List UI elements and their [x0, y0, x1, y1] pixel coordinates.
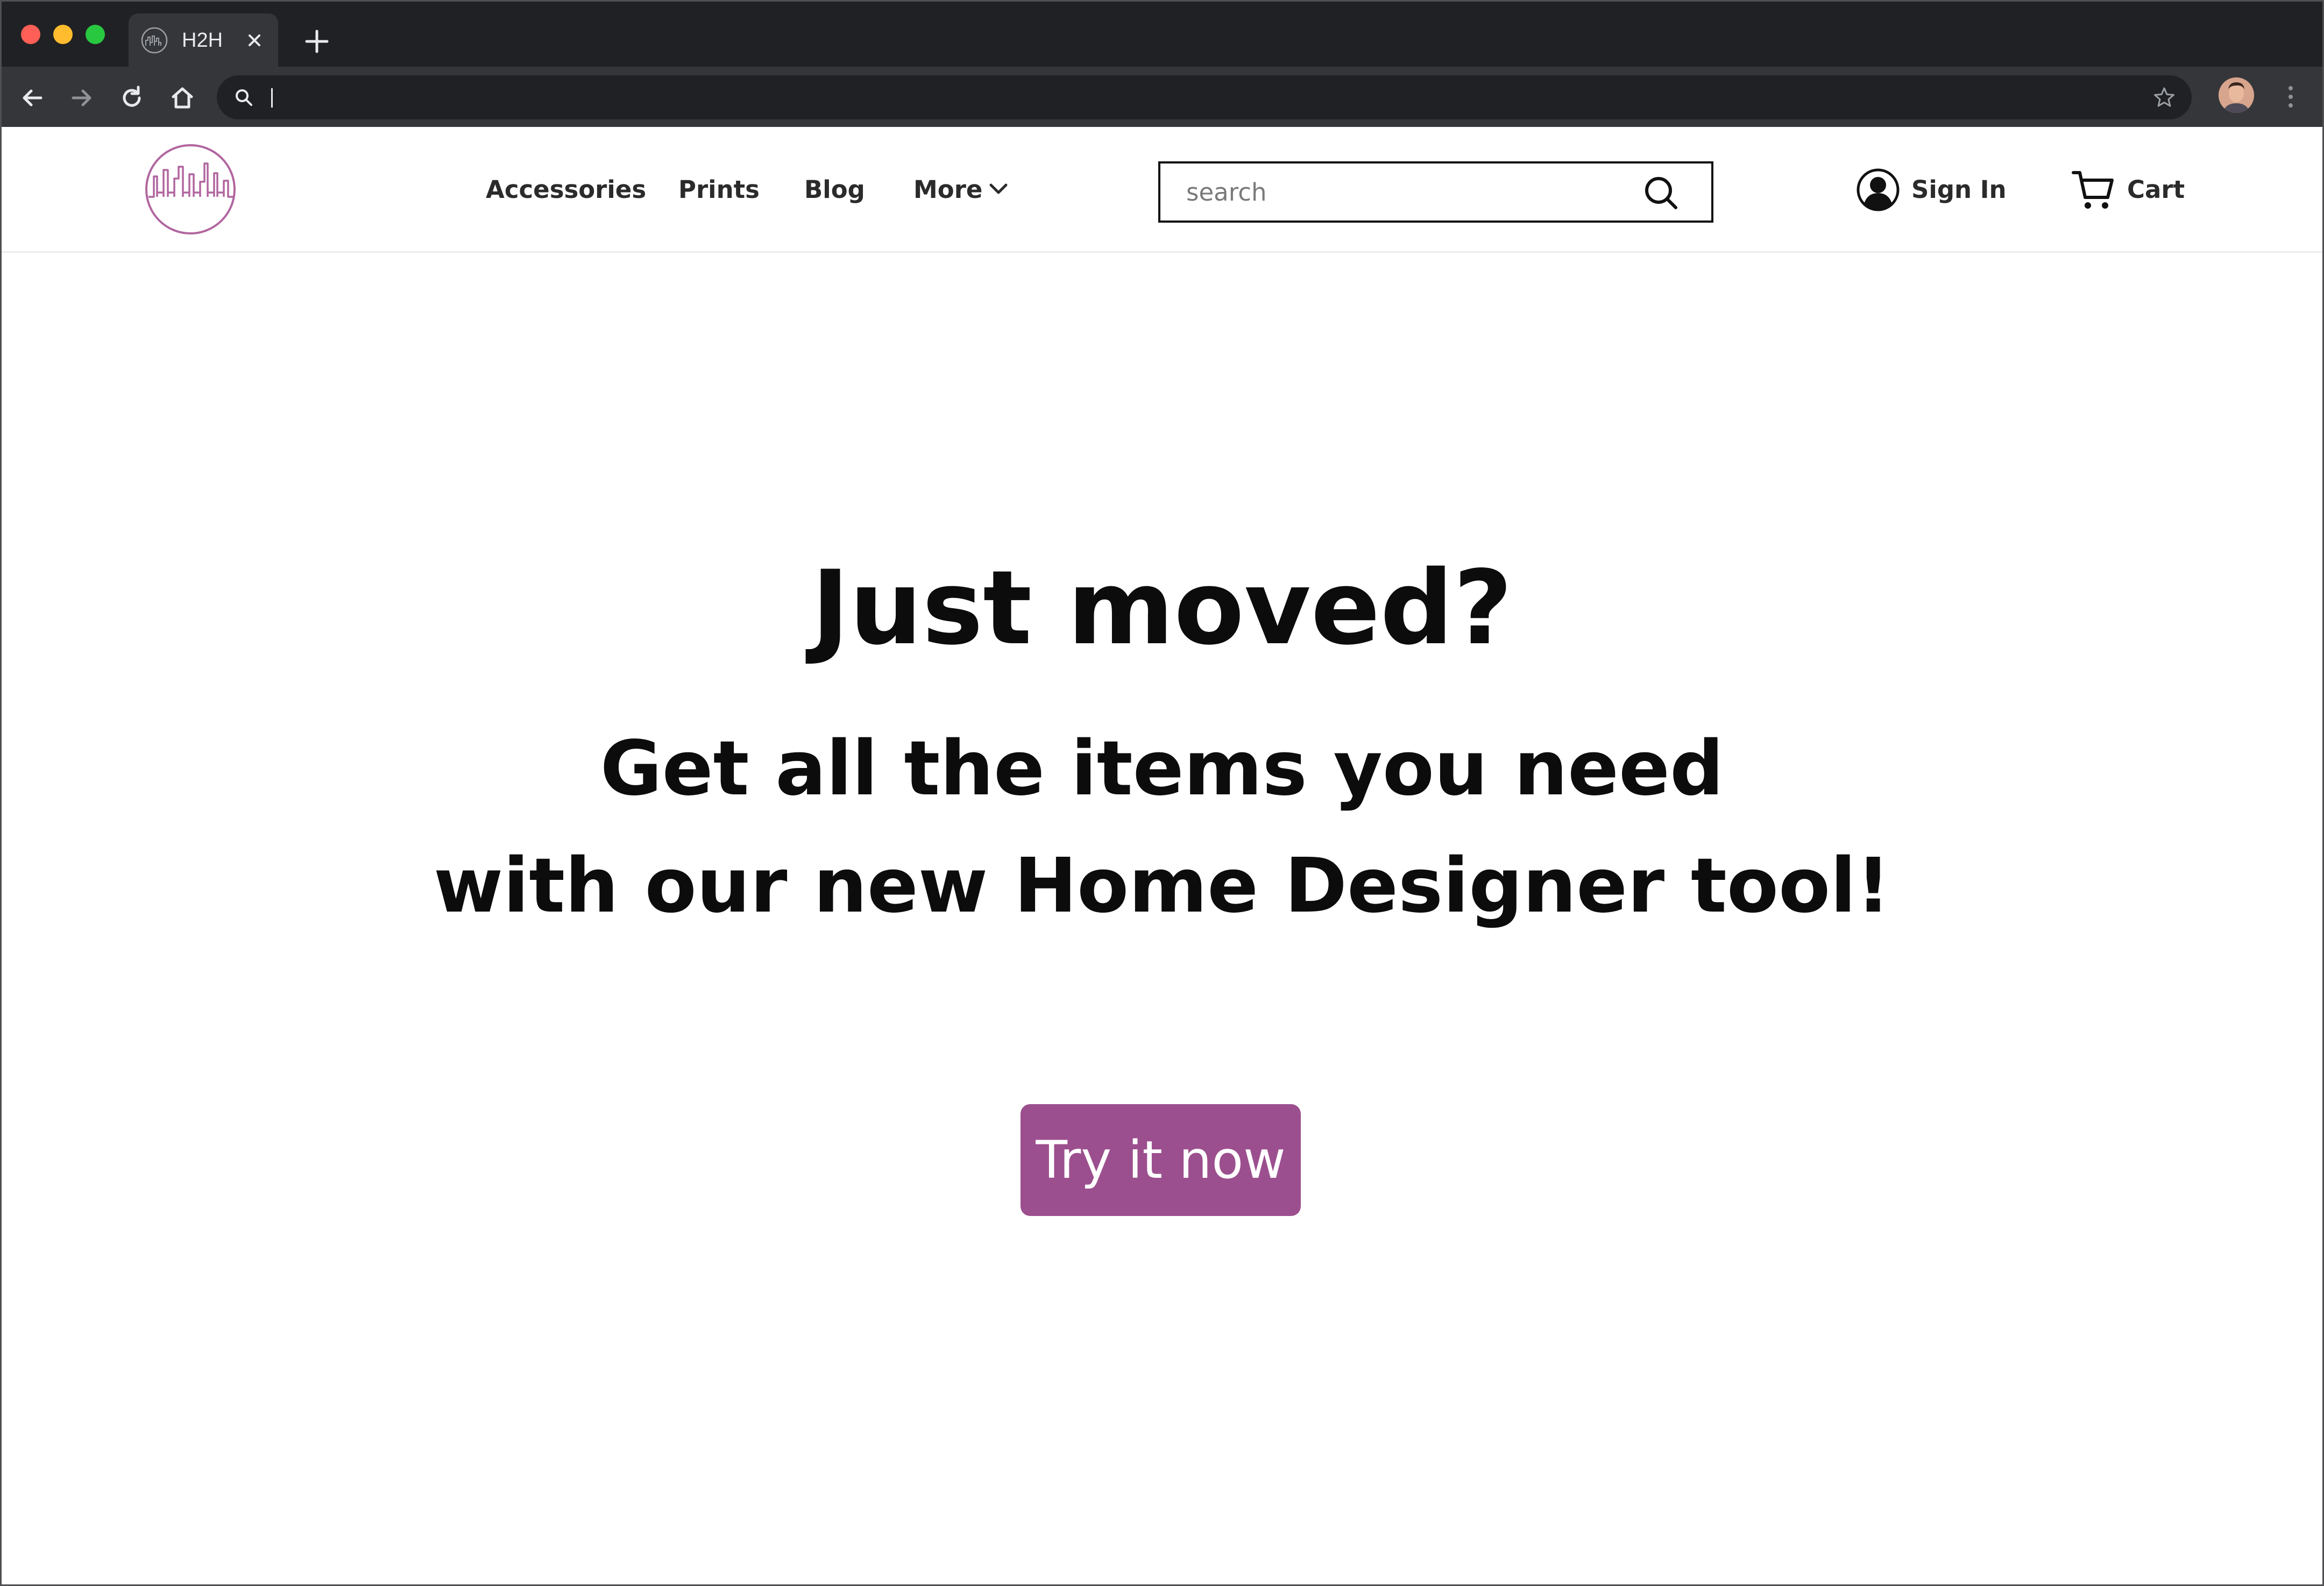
sign-in-label: Sign In	[1911, 175, 2007, 204]
nav-prints[interactable]: Prints	[678, 127, 760, 253]
hero-title: Just moved?	[811, 549, 1513, 667]
search-icon	[236, 89, 252, 106]
nav-accessories[interactable]: Accessories	[486, 127, 646, 253]
site-header: Accessories Prints Blog More Sign In	[0, 127, 2324, 253]
nav-more[interactable]: More	[913, 127, 982, 253]
close-tab-icon[interactable]	[242, 27, 267, 53]
avatar-icon	[2219, 77, 2254, 113]
text-caret	[271, 88, 273, 108]
cart-icon	[2072, 171, 2114, 209]
nav-blog[interactable]: Blog	[804, 127, 865, 253]
forward-arrow-icon[interactable]	[68, 84, 96, 112]
browser-window: H2H Accessories Prints Blog More search …	[0, 0, 2324, 1586]
try-it-now-button[interactable]: Try it now	[1021, 1104, 1301, 1216]
address-bar[interactable]	[217, 75, 2192, 119]
tab-h2h[interactable]: H2H	[129, 13, 278, 67]
new-tab-icon[interactable]	[302, 27, 331, 56]
close-window-button[interactable]	[21, 25, 40, 44]
back-arrow-icon[interactable]	[18, 84, 46, 112]
site-search-input[interactable]	[1186, 163, 1627, 221]
search-icon[interactable]	[1642, 174, 1679, 211]
maximize-window-button[interactable]	[86, 25, 105, 44]
address-input[interactable]	[268, 75, 2098, 119]
chevron-down-icon[interactable]	[988, 181, 1009, 196]
profile-avatar[interactable]	[2219, 77, 2254, 113]
hero-subtitle-line2: with our new Home Designer tool!	[433, 842, 1891, 930]
h2h-logo-icon	[141, 27, 168, 54]
browser-menu-icon[interactable]	[2280, 82, 2301, 112]
skyline-logo-icon[interactable]	[144, 143, 237, 236]
home-icon[interactable]	[168, 84, 196, 112]
minimize-window-button[interactable]	[53, 25, 73, 44]
browser-toolbar	[0, 67, 2324, 127]
bookmark-star-icon[interactable]	[2153, 86, 2176, 109]
cart-label: Cart	[2127, 175, 2185, 204]
user-icon	[1857, 168, 1900, 211]
tab-title: H2H	[182, 29, 223, 52]
site-search-box[interactable]	[1158, 161, 1713, 223]
tab-strip: H2H	[0, 0, 2324, 67]
hero-subtitle-line1: Get all the items you need	[600, 725, 1724, 813]
reload-icon[interactable]	[118, 84, 146, 112]
